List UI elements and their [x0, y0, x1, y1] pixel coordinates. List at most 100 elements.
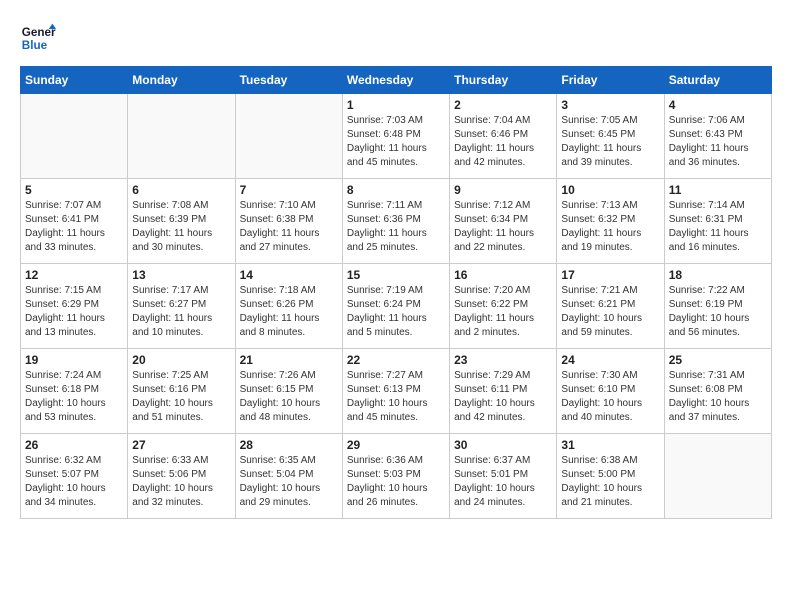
- day-info: Sunrise: 7:18 AM Sunset: 6:26 PM Dayligh…: [240, 284, 338, 340]
- day-number: 12: [25, 268, 123, 282]
- calendar-cell: 10 Sunrise: 7:13 AM Sunset: 6:32 PM Dayli…: [557, 179, 664, 264]
- day-info: Sunrise: 7:12 AM Sunset: 6:34 PM Dayligh…: [454, 199, 552, 255]
- weekday-header: Monday: [128, 67, 235, 94]
- calendar-cell: 23 Sunrise: 7:29 AM Sunset: 6:11 PM Dayli…: [450, 349, 557, 434]
- day-number: 1: [347, 98, 445, 112]
- day-number: 18: [669, 268, 767, 282]
- day-info: Sunrise: 7:26 AM Sunset: 6:15 PM Dayligh…: [240, 369, 338, 425]
- calendar-cell: 18 Sunrise: 7:22 AM Sunset: 6:19 PM Dayli…: [664, 264, 771, 349]
- day-number: 4: [669, 98, 767, 112]
- day-info: Sunrise: 6:35 AM Sunset: 5:04 PM Dayligh…: [240, 454, 338, 510]
- calendar-cell: 19 Sunrise: 7:24 AM Sunset: 6:18 PM Dayli…: [21, 349, 128, 434]
- calendar-cell: 11 Sunrise: 7:14 AM Sunset: 6:31 PM Dayli…: [664, 179, 771, 264]
- day-info: Sunrise: 6:36 AM Sunset: 5:03 PM Dayligh…: [347, 454, 445, 510]
- calendar-cell: [664, 434, 771, 519]
- calendar-cell: 13 Sunrise: 7:17 AM Sunset: 6:27 PM Dayli…: [128, 264, 235, 349]
- day-info: Sunrise: 7:29 AM Sunset: 6:11 PM Dayligh…: [454, 369, 552, 425]
- day-info: Sunrise: 7:17 AM Sunset: 6:27 PM Dayligh…: [132, 284, 230, 340]
- day-info: Sunrise: 7:05 AM Sunset: 6:45 PM Dayligh…: [561, 114, 659, 170]
- calendar-cell: 7 Sunrise: 7:10 AM Sunset: 6:38 PM Daylig…: [235, 179, 342, 264]
- day-number: 30: [454, 438, 552, 452]
- calendar-cell: 21 Sunrise: 7:26 AM Sunset: 6:15 PM Dayli…: [235, 349, 342, 434]
- calendar-cell: 12 Sunrise: 7:15 AM Sunset: 6:29 PM Dayli…: [21, 264, 128, 349]
- day-info: Sunrise: 7:25 AM Sunset: 6:16 PM Dayligh…: [132, 369, 230, 425]
- day-number: 22: [347, 353, 445, 367]
- day-number: 15: [347, 268, 445, 282]
- calendar-cell: 22 Sunrise: 7:27 AM Sunset: 6:13 PM Dayli…: [342, 349, 449, 434]
- day-number: 11: [669, 183, 767, 197]
- calendar-cell: 26Sunrise: 6:32 AM Sunset: 5:07 PM Dayli…: [21, 434, 128, 519]
- day-number: 7: [240, 183, 338, 197]
- day-info: Sunrise: 7:11 AM Sunset: 6:36 PM Dayligh…: [347, 199, 445, 255]
- weekday-header: Wednesday: [342, 67, 449, 94]
- weekday-header: Sunday: [21, 67, 128, 94]
- calendar-cell: 3 Sunrise: 7:05 AM Sunset: 6:45 PM Daylig…: [557, 94, 664, 179]
- logo-icon: General Blue: [20, 20, 56, 56]
- week-row: 1 Sunrise: 7:03 AM Sunset: 6:48 PM Daylig…: [21, 94, 772, 179]
- day-number: 5: [25, 183, 123, 197]
- calendar-table: SundayMondayTuesdayWednesdayThursdayFrid…: [20, 66, 772, 519]
- day-info: Sunrise: 7:07 AM Sunset: 6:41 PM Dayligh…: [25, 199, 123, 255]
- day-info: Sunrise: 7:19 AM Sunset: 6:24 PM Dayligh…: [347, 284, 445, 340]
- calendar-cell: 17Sunrise: 7:21 AM Sunset: 6:21 PM Dayli…: [557, 264, 664, 349]
- calendar-cell: 2 Sunrise: 7:04 AM Sunset: 6:46 PM Daylig…: [450, 94, 557, 179]
- day-number: 13: [132, 268, 230, 282]
- day-info: Sunrise: 7:21 AM Sunset: 6:21 PM Dayligh…: [561, 284, 659, 340]
- weekday-header: Tuesday: [235, 67, 342, 94]
- svg-text:Blue: Blue: [22, 39, 48, 52]
- week-row: 12 Sunrise: 7:15 AM Sunset: 6:29 PM Dayli…: [21, 264, 772, 349]
- day-number: 27: [132, 438, 230, 452]
- day-info: Sunrise: 7:20 AM Sunset: 6:22 PM Dayligh…: [454, 284, 552, 340]
- day-number: 9: [454, 183, 552, 197]
- day-number: 6: [132, 183, 230, 197]
- day-number: 23: [454, 353, 552, 367]
- weekday-header-row: SundayMondayTuesdayWednesdayThursdayFrid…: [21, 67, 772, 94]
- day-info: Sunrise: 6:38 AM Sunset: 5:00 PM Dayligh…: [561, 454, 659, 510]
- page-header: General Blue: [20, 20, 772, 56]
- week-row: 19 Sunrise: 7:24 AM Sunset: 6:18 PM Dayli…: [21, 349, 772, 434]
- day-number: 10: [561, 183, 659, 197]
- calendar-cell: 8Sunrise: 7:11 AM Sunset: 6:36 PM Daylig…: [342, 179, 449, 264]
- day-info: Sunrise: 7:22 AM Sunset: 6:19 PM Dayligh…: [669, 284, 767, 340]
- day-info: Sunrise: 6:32 AM Sunset: 5:07 PM Dayligh…: [25, 454, 123, 510]
- day-info: Sunrise: 7:30 AM Sunset: 6:10 PM Dayligh…: [561, 369, 659, 425]
- calendar-cell: [235, 94, 342, 179]
- calendar-cell: 20 Sunrise: 7:25 AM Sunset: 6:16 PM Dayli…: [128, 349, 235, 434]
- day-info: Sunrise: 7:13 AM Sunset: 6:32 PM Dayligh…: [561, 199, 659, 255]
- day-info: Sunrise: 7:15 AM Sunset: 6:29 PM Dayligh…: [25, 284, 123, 340]
- calendar-cell: 27 Sunrise: 6:33 AM Sunset: 5:06 PM Dayli…: [128, 434, 235, 519]
- calendar-cell: [128, 94, 235, 179]
- day-number: 29: [347, 438, 445, 452]
- day-info: Sunrise: 7:24 AM Sunset: 6:18 PM Dayligh…: [25, 369, 123, 425]
- day-number: 21: [240, 353, 338, 367]
- calendar-cell: 14 Sunrise: 7:18 AM Sunset: 6:26 PM Dayli…: [235, 264, 342, 349]
- day-info: Sunrise: 7:14 AM Sunset: 6:31 PM Dayligh…: [669, 199, 767, 255]
- logo: General Blue: [20, 20, 56, 56]
- calendar-cell: 24 Sunrise: 7:30 AM Sunset: 6:10 PM Dayli…: [557, 349, 664, 434]
- day-number: 31: [561, 438, 659, 452]
- calendar-cell: 28 Sunrise: 6:35 AM Sunset: 5:04 PM Dayli…: [235, 434, 342, 519]
- calendar-cell: 6Sunrise: 7:08 AM Sunset: 6:39 PM Daylig…: [128, 179, 235, 264]
- day-info: Sunrise: 6:37 AM Sunset: 5:01 PM Dayligh…: [454, 454, 552, 510]
- day-number: 20: [132, 353, 230, 367]
- calendar-cell: 9 Sunrise: 7:12 AM Sunset: 6:34 PM Daylig…: [450, 179, 557, 264]
- day-number: 14: [240, 268, 338, 282]
- calendar-cell: 5 Sunrise: 7:07 AM Sunset: 6:41 PM Daylig…: [21, 179, 128, 264]
- day-info: Sunrise: 7:03 AM Sunset: 6:48 PM Dayligh…: [347, 114, 445, 170]
- day-info: Sunrise: 7:27 AM Sunset: 6:13 PM Dayligh…: [347, 369, 445, 425]
- calendar-cell: 15 Sunrise: 7:19 AM Sunset: 6:24 PM Dayli…: [342, 264, 449, 349]
- day-info: Sunrise: 6:33 AM Sunset: 5:06 PM Dayligh…: [132, 454, 230, 510]
- day-info: Sunrise: 7:10 AM Sunset: 6:38 PM Dayligh…: [240, 199, 338, 255]
- calendar-cell: 16Sunrise: 7:20 AM Sunset: 6:22 PM Dayli…: [450, 264, 557, 349]
- day-info: Sunrise: 7:04 AM Sunset: 6:46 PM Dayligh…: [454, 114, 552, 170]
- day-number: 19: [25, 353, 123, 367]
- weekday-header: Thursday: [450, 67, 557, 94]
- week-row: 5 Sunrise: 7:07 AM Sunset: 6:41 PM Daylig…: [21, 179, 772, 264]
- day-number: 3: [561, 98, 659, 112]
- calendar-cell: 29 Sunrise: 6:36 AM Sunset: 5:03 PM Dayli…: [342, 434, 449, 519]
- day-number: 2: [454, 98, 552, 112]
- day-number: 28: [240, 438, 338, 452]
- calendar-cell: 31 Sunrise: 6:38 AM Sunset: 5:00 PM Dayli…: [557, 434, 664, 519]
- calendar-cell: 30 Sunrise: 6:37 AM Sunset: 5:01 PM Dayli…: [450, 434, 557, 519]
- day-number: 24: [561, 353, 659, 367]
